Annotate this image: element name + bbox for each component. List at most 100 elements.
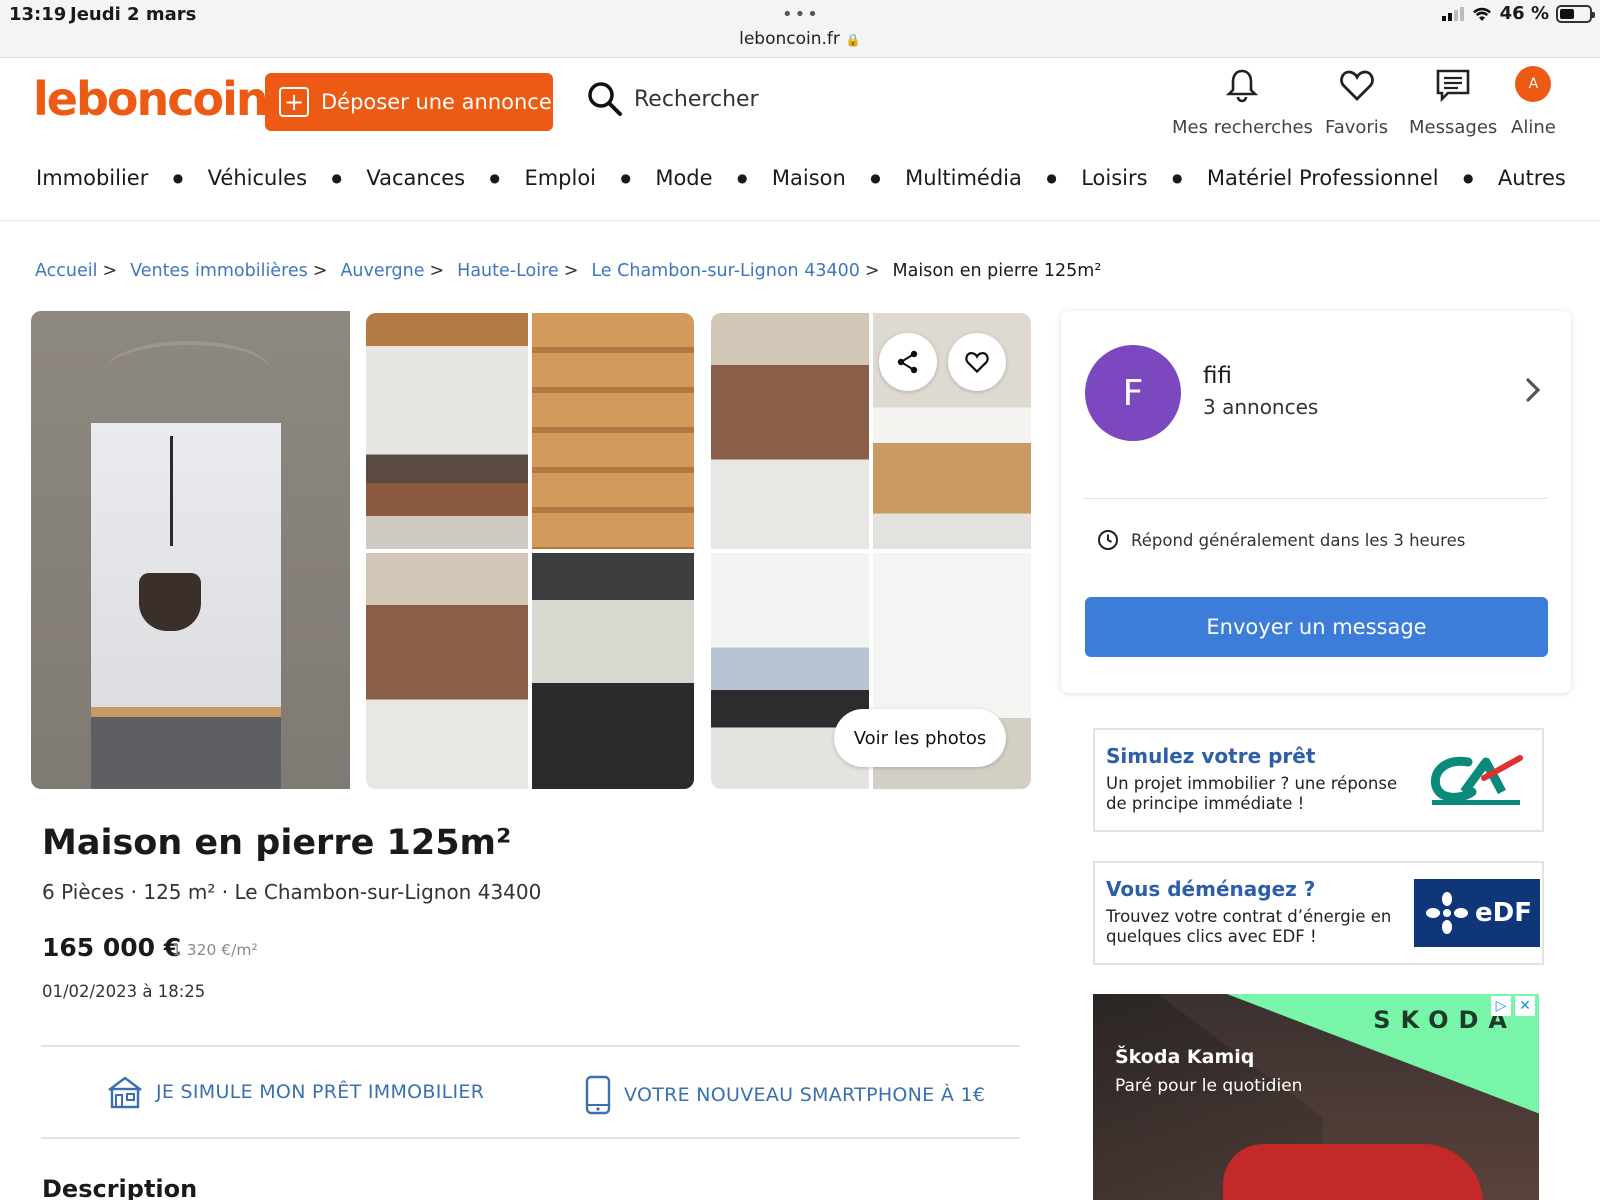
heart-icon [1339, 70, 1374, 101]
battery-icon [1556, 4, 1595, 23]
leboncoin-logo[interactable]: leboncoin [33, 72, 269, 126]
photo-thumbnail[interactable] [532, 553, 694, 789]
breadcrumb-ventes-immobilieres[interactable]: Ventes immobilières [130, 261, 308, 281]
user-avatar: A [1515, 66, 1552, 102]
status-indicators: 46 % [1441, 3, 1595, 24]
search-label: Rechercher [634, 86, 759, 112]
breadcrumb-separator: > [429, 261, 445, 281]
separator-dot: ● [1462, 171, 1474, 185]
post-ad-button[interactable]: + Déposer une annonce [265, 73, 553, 131]
breadcrumb: Accueil > Ventes immobilières > Auvergne > … [35, 261, 1101, 281]
category-multimedia[interactable]: Multimédia [905, 166, 1022, 190]
share-icon [897, 350, 918, 374]
edf-flower-icon [1426, 892, 1469, 934]
separator-dot: ● [489, 171, 501, 185]
chevron-right-icon[interactable] [1523, 375, 1543, 405]
divider [41, 1045, 1020, 1047]
breadcrumb-separator: > [864, 261, 880, 281]
cellular-signal-icon [1441, 6, 1464, 21]
separator-dot: ● [331, 171, 342, 185]
close-ad-icon[interactable]: ✕ [1515, 996, 1535, 1016]
wifi-icon [1472, 7, 1491, 21]
photo-thumbnail[interactable] [532, 313, 694, 549]
listing-subinfo: 6 Pièces · 125 m² · Le Chambon-sur-Ligno… [42, 880, 542, 904]
clock-icon [1098, 530, 1118, 550]
category-emploi[interactable]: Emploi [524, 166, 596, 190]
favorite-listing-button[interactable] [948, 333, 1006, 391]
breadcrumb-current: Maison en pierre 125m² [892, 261, 1102, 281]
category-autres[interactable]: Autres [1498, 166, 1566, 190]
tab-dots-icon[interactable]: ••• [782, 4, 820, 25]
energy-ad-title: Vous déménagez ? [1106, 877, 1316, 901]
photo-baseboard [91, 707, 281, 717]
main-photo[interactable] [31, 311, 350, 789]
seller-divider [1083, 498, 1548, 499]
photo-thumbnail[interactable] [711, 313, 869, 549]
photo-thumbnail[interactable] [366, 553, 528, 789]
see-photos-button[interactable]: Voir les photos [834, 709, 1006, 767]
breadcrumb-auvergne[interactable]: Auvergne [340, 261, 424, 281]
search-button[interactable]: Rechercher [586, 80, 759, 118]
seller-avatar[interactable]: F [1085, 345, 1181, 441]
photo-thumbnail[interactable] [366, 313, 528, 549]
breadcrumb-city[interactable]: Le Chambon-sur-Lignon 43400 [591, 261, 860, 281]
loan-ad-text: Un projet immobilier ? une réponse de pr… [1106, 774, 1398, 813]
bell-icon [1226, 69, 1259, 103]
heart-icon [965, 352, 989, 374]
separator-dot: ● [1046, 171, 1057, 185]
user-name: Aline [1511, 117, 1556, 138]
divider [41, 1137, 1020, 1139]
seller-ads-count[interactable]: 3 annonces [1203, 395, 1318, 419]
favorites-label: Favoris [1325, 117, 1389, 138]
breadcrumb-separator: > [312, 261, 328, 281]
saved-searches-button[interactable]: Mes recherches [1172, 66, 1313, 138]
reply-time: Répond généralement dans les 3 heures [1097, 529, 1465, 551]
listing-date: 01/02/2023 à 18:25 [42, 982, 206, 1001]
share-button[interactable] [879, 333, 937, 391]
listing-price: 165 000 € [42, 933, 182, 962]
messages-button[interactable]: Messages [1409, 66, 1497, 138]
status-time: 13:19 [9, 4, 67, 25]
send-message-button[interactable]: Envoyer un message [1085, 597, 1548, 657]
loan-simulation-link[interactable]: JE SIMULE MON PRÊT IMMOBILIER [106, 1075, 484, 1109]
account-button[interactable]: A Aline [1511, 66, 1556, 138]
ad-choices: ▷ ✕ [1491, 996, 1535, 1016]
seller-card: F fifi 3 annonces Répond généralement da… [1061, 311, 1571, 693]
energy-ad[interactable]: Vous déménagez ? Trouvez votre contrat d… [1093, 861, 1544, 965]
skoda-ad-banner[interactable]: SKODA Škoda Kamiq Paré pour le quotidien… [1093, 994, 1539, 1200]
loan-simulation-label: JE SIMULE MON PRÊT IMMOBILIER [156, 1081, 485, 1103]
breadcrumb-separator: > [102, 261, 118, 281]
description-heading: Description [42, 1175, 198, 1200]
separator-dot: ● [736, 171, 748, 185]
category-mode[interactable]: Mode [655, 166, 712, 190]
category-materiel-professionnel[interactable]: Matériel Professionnel [1207, 166, 1439, 190]
url-text: leboncoin.fr [739, 29, 840, 49]
category-maison[interactable]: Maison [772, 166, 846, 190]
breadcrumb-haute-loire[interactable]: Haute-Loire [457, 261, 559, 281]
category-vehicules[interactable]: Véhicules [208, 166, 307, 190]
separator-dot: ● [870, 171, 881, 185]
skoda-model: Škoda Kamiq [1115, 1046, 1255, 1068]
house-icon [108, 1076, 142, 1109]
smartphone-offer-link[interactable]: VOTRE NOUVEAU SMARTPHONE À 1€ [584, 1075, 985, 1115]
favorites-button[interactable]: Favoris [1325, 66, 1388, 138]
seller-name[interactable]: fifi [1203, 363, 1232, 389]
price-per-m2: 1 320 €/m² [172, 941, 258, 959]
address-bar[interactable]: leboncoin.fr 🔒 [0, 29, 1600, 49]
breadcrumb-accueil[interactable]: Accueil [35, 261, 98, 281]
ios-status-bar: 13:19 Jeudi 2 mars ••• leboncoin.fr 🔒 46 … [0, 0, 1600, 58]
listing-title: Maison en pierre 125m² [42, 823, 512, 863]
ad-car-image [1223, 1144, 1483, 1200]
separator-dot: ● [620, 171, 631, 185]
category-immobilier[interactable]: Immobilier [36, 166, 148, 190]
adchoices-icon[interactable]: ▷ [1491, 996, 1511, 1016]
reply-time-label: Répond généralement dans les 3 heures [1131, 530, 1466, 550]
status-date: Jeudi 2 mars [70, 4, 197, 25]
smartphone-offer-label: VOTRE NOUVEAU SMARTPHONE À 1€ [624, 1084, 986, 1106]
category-vacances[interactable]: Vacances [366, 166, 465, 190]
post-ad-label: Déposer une annonce [321, 90, 552, 114]
lock-icon: 🔒 [845, 33, 861, 47]
category-loisirs[interactable]: Loisirs [1081, 166, 1147, 190]
loan-ad[interactable]: Simulez votre prêt Un projet immobilier … [1093, 728, 1544, 832]
separator-dot: ● [172, 171, 184, 185]
